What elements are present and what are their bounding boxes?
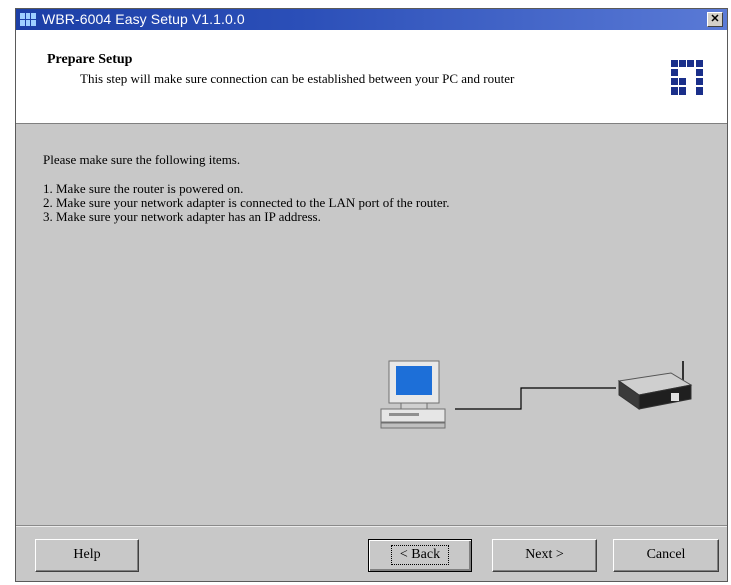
- cancel-button-label: Cancel: [646, 547, 686, 562]
- app-icon: [20, 13, 36, 26]
- checklist: 1. Make sure the router is powered on. 2…: [43, 182, 450, 224]
- checklist-item: 3. Make sure your network adapter has an…: [43, 209, 321, 224]
- title-bar[interactable]: WBR-6004 Easy Setup V1.1.0.0 ✕: [16, 9, 727, 30]
- levelone-logo-icon: [671, 60, 703, 95]
- next-button-label: Next >: [525, 547, 564, 562]
- next-button[interactable]: Next >: [492, 539, 597, 572]
- page-title: Prepare Setup: [47, 52, 133, 67]
- wizard-content: Please make sure the following items. 1.…: [16, 124, 727, 524]
- back-button-label: < Back: [390, 545, 450, 565]
- help-button-label: Help: [73, 547, 101, 562]
- cancel-button[interactable]: Cancel: [613, 539, 719, 572]
- window-title: WBR-6004 Easy Setup V1.1.0.0: [42, 11, 245, 27]
- checklist-item: 2. Make sure your network adapter is con…: [43, 195, 450, 210]
- button-bar-divider: [16, 525, 727, 527]
- back-button[interactable]: < Back: [368, 539, 472, 572]
- connection-illustration: [380, 360, 693, 429]
- wizard-header: Prepare Setup This step will make sure c…: [16, 30, 727, 124]
- page-subtitle: This step will make sure connection can …: [80, 71, 515, 86]
- router-icon: [617, 361, 693, 410]
- setup-wizard-window: WBR-6004 Easy Setup V1.1.0.0 ✕ Prepare S…: [15, 8, 728, 582]
- help-button[interactable]: Help: [35, 539, 139, 572]
- computer-icon: [380, 360, 446, 429]
- checklist-item: 1. Make sure the router is powered on.: [43, 181, 244, 196]
- close-button[interactable]: ✕: [707, 12, 723, 27]
- instructions-intro: Please make sure the following items.: [43, 152, 241, 167]
